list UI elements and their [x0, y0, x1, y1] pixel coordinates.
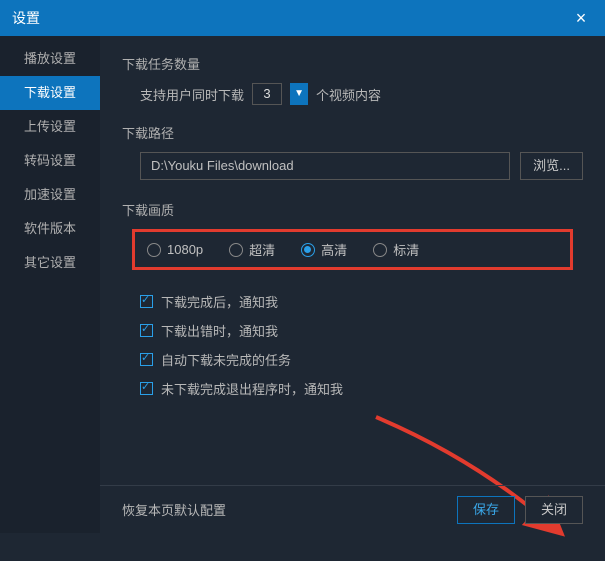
chevron-down-icon[interactable]: ▼: [290, 83, 308, 105]
sidebar-item-5[interactable]: 软件版本: [0, 212, 100, 246]
quality-option-label: 标清: [393, 240, 419, 259]
annotation-arrow: [370, 401, 600, 561]
sidebar-item-2[interactable]: 上传设置: [0, 110, 100, 144]
radio-icon: [147, 243, 161, 257]
checkbox-icon: [140, 295, 153, 308]
window-title: 设置: [12, 8, 40, 28]
download-count-suffix: 个视频内容: [316, 85, 381, 104]
checkbox-icon: [140, 324, 153, 337]
checkbox-icon: [140, 382, 153, 395]
download-path-row: D:\Youku Files\download 浏览...: [122, 152, 583, 180]
main-panel: 下载任务数量 支持用户同时下载 3 ▼ 个视频内容 下载路径 D:\Youku …: [100, 36, 605, 533]
sidebar-item-6[interactable]: 其它设置: [0, 246, 100, 280]
check-label: 自动下载未完成的任务: [161, 350, 291, 369]
download-count-label: 下载任务数量: [122, 54, 583, 73]
download-path-input[interactable]: D:\Youku Files\download: [140, 152, 510, 180]
titlebar: 设置 ×: [0, 0, 605, 36]
radio-icon: [373, 243, 387, 257]
quality-option-2[interactable]: 高清: [301, 240, 347, 259]
sidebar-item-4[interactable]: 加速设置: [0, 178, 100, 212]
check-label: 下载出错时，通知我: [161, 321, 278, 340]
quality-option-label: 超清: [249, 240, 275, 259]
check-label: 未下载完成退出程序时，通知我: [161, 379, 343, 398]
save-button[interactable]: 保存: [457, 496, 515, 524]
download-count-row: 支持用户同时下载 3 ▼ 个视频内容: [122, 83, 583, 105]
sidebar-item-3[interactable]: 转码设置: [0, 144, 100, 178]
check-row-2[interactable]: 自动下载未完成的任务: [140, 350, 583, 369]
sidebar-item-1[interactable]: 下载设置: [0, 76, 100, 110]
sidebar: 播放设置下载设置上传设置转码设置加速设置软件版本其它设置: [0, 36, 100, 533]
quality-option-1[interactable]: 超清: [229, 240, 275, 259]
quality-option-3[interactable]: 标清: [373, 240, 419, 259]
quality-option-label: 高清: [321, 240, 347, 259]
checkbox-icon: [140, 353, 153, 366]
quality-options: 1080p 超清 高清 标清: [132, 229, 573, 270]
download-count-prefix: 支持用户同时下载: [140, 85, 244, 104]
quality-option-label: 1080p: [167, 242, 203, 257]
sidebar-item-0[interactable]: 播放设置: [0, 42, 100, 76]
quality-option-0[interactable]: 1080p: [147, 240, 203, 259]
close-button[interactable]: 关闭: [525, 496, 583, 524]
check-row-1[interactable]: 下载出错时，通知我: [140, 321, 583, 340]
close-icon[interactable]: ×: [569, 8, 593, 29]
restore-defaults-link[interactable]: 恢复本页默认配置: [122, 500, 226, 519]
footer: 恢复本页默认配置 保存 关闭: [100, 485, 605, 533]
radio-icon: [229, 243, 243, 257]
check-label: 下载完成后，通知我: [161, 292, 278, 311]
radio-icon: [301, 243, 315, 257]
check-row-0[interactable]: 下载完成后，通知我: [140, 292, 583, 311]
quality-label: 下载画质: [122, 200, 583, 219]
check-row-3[interactable]: 未下载完成退出程序时，通知我: [140, 379, 583, 398]
download-count-value[interactable]: 3: [252, 83, 282, 105]
download-path-label: 下载路径: [122, 123, 583, 142]
browse-button[interactable]: 浏览...: [520, 152, 583, 180]
notify-checks: 下载完成后，通知我下载出错时，通知我自动下载未完成的任务未下载完成退出程序时，通…: [122, 292, 583, 398]
